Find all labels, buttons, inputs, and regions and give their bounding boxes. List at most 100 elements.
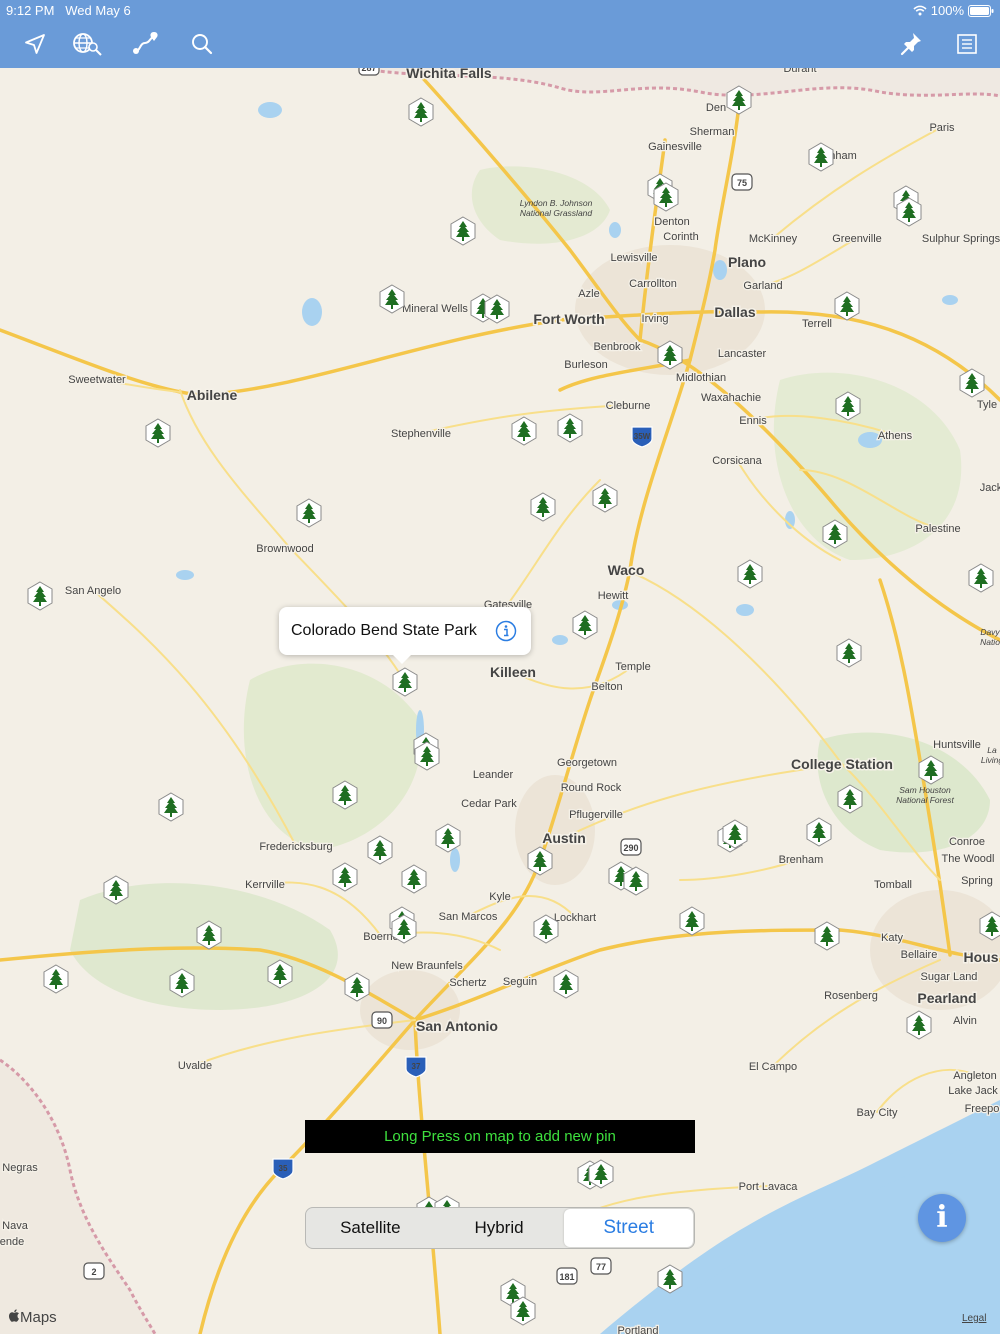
city-label-minor: Sweetwater <box>68 374 126 386</box>
city-label-major: Dallas <box>714 304 755 320</box>
maps-brand-text: Maps <box>20 1309 57 1326</box>
park-label: Living <box>981 755 1000 765</box>
city-label-minor: Brenham <box>779 854 824 866</box>
park-label: Natio <box>980 637 1000 647</box>
city-label-minor: Temple <box>615 661 650 673</box>
search-button[interactable] <box>185 28 219 60</box>
city-label-minor: Portland <box>618 1325 659 1334</box>
highway-shield-label: 77 <box>596 1262 606 1272</box>
pin-icon <box>900 33 921 56</box>
city-label-minor: Cedar Park <box>461 798 517 810</box>
highway-shield-label: 290 <box>623 843 638 853</box>
city-label-minor: Seguin <box>503 976 537 988</box>
city-label-minor: Nava <box>2 1220 29 1232</box>
city-label-minor: Corinth <box>663 231 698 243</box>
city-label-minor: Azle <box>578 288 599 300</box>
map-type-selector[interactable]: Satellite Hybrid Street <box>305 1207 695 1249</box>
city-label-minor: Schertz <box>449 977 486 989</box>
globe-search-button[interactable] <box>70 28 104 60</box>
highway-shield-label: 37 <box>412 1062 421 1071</box>
park-label: National Forest <box>896 795 954 805</box>
city-label-minor: Palestine <box>915 523 960 535</box>
city-label-minor: Pflugerville <box>569 809 623 821</box>
city-label-minor: Georgetown <box>557 757 617 769</box>
city-label-minor: Cleburne <box>606 400 651 412</box>
park-label: Sam Houston <box>899 785 951 795</box>
map-type-hybrid[interactable]: Hybrid <box>435 1208 564 1248</box>
park-label: Davy <box>980 627 1000 637</box>
city-label-minor: Freepo <box>965 1103 1000 1115</box>
battery-percent: 100% <box>930 3 964 18</box>
highway-shield-label: 2 <box>91 1267 96 1277</box>
city-label-minor: Rosenberg <box>824 990 878 1002</box>
search-icon <box>192 34 213 55</box>
highway-shield-label: 35W <box>634 432 651 441</box>
city-label-minor: El Campo <box>749 1061 797 1073</box>
list-button[interactable] <box>950 28 984 60</box>
highway-shield: 290 <box>620 838 642 856</box>
apple-logo-icon <box>8 1309 19 1322</box>
highway-shield: 90 <box>371 1011 393 1029</box>
city-label-major: Plano <box>728 254 766 270</box>
highway-shield: 37 <box>405 1056 427 1078</box>
highway-shield-label: 90 <box>377 1016 387 1026</box>
city-label-minor: San Marcos <box>439 911 498 923</box>
highway-shield: 77 <box>590 1257 612 1275</box>
city-label-minor: Round Rock <box>561 782 622 794</box>
city-label-minor: The Woodl <box>942 853 995 865</box>
city-label-minor: Garland <box>743 280 782 292</box>
city-label-minor: Uvalde <box>178 1060 212 1072</box>
city-label-minor: Sherman <box>690 126 735 138</box>
city-label-minor: New Braunfels <box>391 960 463 972</box>
park-label: Lyndon B. Johnson <box>520 198 593 208</box>
callout-title: Colorado Bend State Park <box>291 622 477 639</box>
city-label-minor: Gainesville <box>648 141 702 153</box>
info-button[interactable]: i <box>918 1194 966 1242</box>
city-label-major: College Station <box>791 756 893 772</box>
city-label-minor: Mineral Wells <box>402 303 468 315</box>
info-icon[interactable] <box>495 620 517 642</box>
city-label-minor: Lockhart <box>554 912 596 924</box>
status-left: 9:12 PM Wed May 6 <box>6 3 131 18</box>
wifi-icon <box>913 5 927 16</box>
map-type-satellite[interactable]: Satellite <box>306 1208 435 1248</box>
city-label-minor: ende <box>0 1236 24 1248</box>
city-label-minor: Paris <box>929 122 955 134</box>
status-bar: 9:12 PM Wed May 6 100% <box>0 0 1000 20</box>
navigation-bar <box>0 20 1000 68</box>
city-label-minor: Kerrville <box>245 879 285 891</box>
city-label-minor: Angleton <box>953 1070 996 1082</box>
city-label-minor: Midlothian <box>676 372 726 384</box>
city-label-minor: Hewitt <box>598 590 629 602</box>
city-label-minor: Huntsville <box>933 739 981 751</box>
info-glyph-icon: i <box>936 1200 948 1235</box>
city-label-minor: Corsicana <box>712 455 762 467</box>
city-label-minor: Denton <box>654 216 689 228</box>
status-right: 100% <box>913 3 994 18</box>
legal-link[interactable]: Legal <box>962 1313 986 1324</box>
maps-brand: Maps <box>8 1309 57 1326</box>
city-label-minor: Kyle <box>489 891 510 903</box>
map-type-street[interactable]: Street <box>564 1209 694 1247</box>
city-label-minor: Brownwood <box>256 543 313 555</box>
city-label-minor: Irving <box>642 313 669 325</box>
highway-shield: 2 <box>83 1262 105 1280</box>
city-label-minor: Tyle <box>977 399 997 411</box>
city-label-major: Abilene <box>187 387 238 403</box>
city-label-minor: Greenville <box>832 233 882 245</box>
location-button[interactable] <box>18 28 52 60</box>
city-label-minor: Lewisville <box>610 252 657 264</box>
city-label-minor: Fredericksburg <box>259 841 332 853</box>
status-date: Wed May 6 <box>65 3 131 18</box>
city-label-minor: Leander <box>473 769 514 781</box>
city-label-minor: Benbrook <box>593 341 641 353</box>
city-label-minor: Waxahachie <box>701 392 761 404</box>
city-label-minor: Sulphur Springs <box>922 233 1000 245</box>
pin-callout[interactable]: Colorado Bend State Park <box>279 607 531 664</box>
city-label-minor: Negras <box>2 1162 38 1174</box>
route-button[interactable] <box>128 28 162 60</box>
drop-pin-button[interactable] <box>895 28 929 60</box>
city-label-minor: Terrell <box>802 318 832 330</box>
highway-shield-label: 75 <box>737 178 747 188</box>
city-label-major: San Antonio <box>416 1018 498 1034</box>
